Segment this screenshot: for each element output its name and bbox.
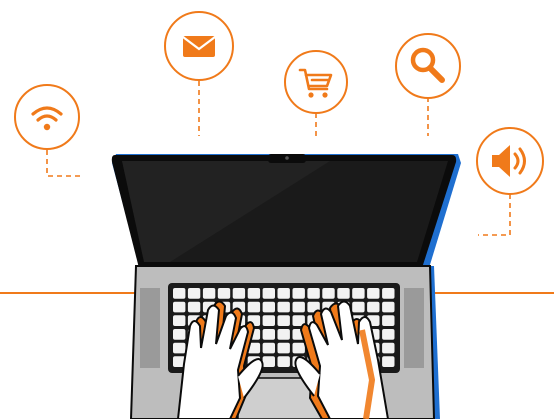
keyboard-key <box>173 288 186 299</box>
keyboard-key <box>382 356 395 367</box>
speaker-icon <box>476 127 544 195</box>
keyboard-key <box>292 288 305 299</box>
keyboard-key <box>277 356 290 367</box>
keyboard-key <box>173 315 186 326</box>
keyboard-key <box>262 315 275 326</box>
keyboard-key <box>187 288 201 299</box>
keyboard-key <box>352 301 365 313</box>
keyboard-key <box>382 342 395 354</box>
keyboard-key <box>292 342 305 354</box>
keyboard-key <box>173 329 186 340</box>
keyboard-key <box>187 301 201 313</box>
keyboard-key <box>277 329 290 340</box>
keyboard-key <box>337 288 350 299</box>
keyboard-key <box>247 301 261 313</box>
keyboard-key <box>232 288 246 299</box>
keyboard-key <box>277 342 290 354</box>
mail-icon <box>164 11 234 81</box>
laptop-illustration <box>0 11 554 419</box>
keyboard-key <box>173 342 186 354</box>
wifi-icon <box>14 84 80 150</box>
keyboard-key <box>292 301 305 313</box>
keyboard-key <box>247 288 261 299</box>
keyboard-key <box>262 342 275 354</box>
keyboard-key <box>367 288 380 299</box>
keyboard-key <box>202 288 216 299</box>
keyboard-key <box>367 301 380 313</box>
keyboard-key <box>262 329 275 340</box>
keyboard-key <box>307 288 320 299</box>
keyboard-key <box>262 356 275 367</box>
keyboard-key <box>217 288 231 299</box>
search-icon <box>395 33 461 99</box>
illustration-stage <box>0 0 554 419</box>
keyboard-key <box>277 288 290 299</box>
keyboard-key <box>382 301 395 313</box>
shopping-cart-icon <box>284 50 348 114</box>
keyboard-key <box>382 288 395 299</box>
keyboard-key <box>382 329 395 340</box>
laptop-screen <box>111 154 461 268</box>
keyboard-key <box>277 301 290 313</box>
keyboard-key <box>277 315 290 326</box>
keyboard-key <box>352 288 365 299</box>
keyboard-key <box>262 301 275 313</box>
keyboard-key <box>322 288 335 299</box>
keyboard-key <box>173 301 186 313</box>
keyboard-key <box>382 315 395 326</box>
keyboard-key <box>262 288 275 299</box>
